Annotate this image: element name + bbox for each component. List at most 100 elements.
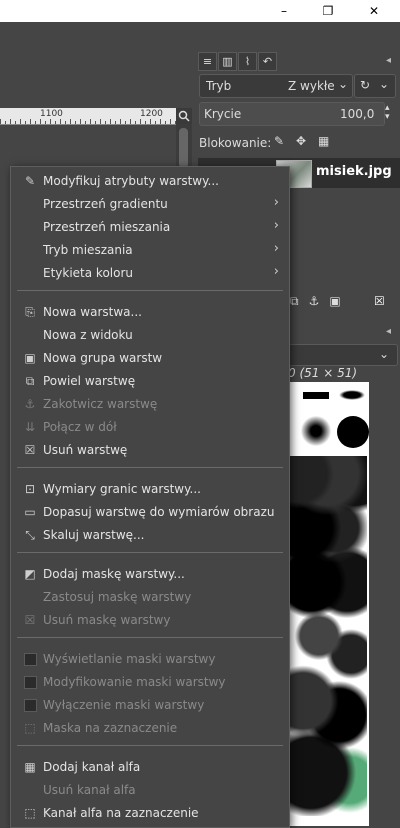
- menu-item-disable-layer-mask[interactable]: Wyłączenie maski warstwy: [11, 694, 289, 716]
- menu-item-color-tag[interactable]: Etykieta koloru ›: [11, 262, 289, 284]
- brush-thumb[interactable]: [337, 416, 369, 448]
- ruler-tick: [90, 119, 91, 124]
- minimize-button[interactable]: –: [262, 0, 306, 22]
- close-button[interactable]: ✕: [352, 0, 396, 22]
- menu-item-merge-down[interactable]: ⇊ Połącz w dół: [11, 416, 289, 438]
- layer-actions: ⧉ ⚓ ▣: [290, 294, 341, 309]
- checkbox-icon: [22, 674, 38, 690]
- zoom-button[interactable]: [176, 108, 192, 124]
- title-bar: – ❐ ✕: [0, 0, 400, 22]
- opacity-stepper[interactable]: ▴ ▾: [385, 104, 390, 122]
- brushes-menu-icon[interactable]: ◂: [386, 326, 391, 337]
- menu-item-label: Tryb mieszania: [43, 243, 133, 257]
- menu-item-remove-alpha-channel[interactable]: Usuń kanał alfa: [11, 779, 289, 801]
- brush-filter-combo[interactable]: ⌄: [288, 344, 398, 366]
- duplicate-layer-icon[interactable]: ⧉: [290, 294, 299, 309]
- chevron-right-icon: ›: [273, 218, 279, 233]
- ruler-tick: [170, 119, 171, 124]
- chevron-right-icon: ›: [273, 195, 279, 210]
- menu-separator: [17, 290, 283, 291]
- magnifier-icon: [178, 110, 190, 122]
- menu-item-delete-layer-mask[interactable]: ☒ Usuń maskę warstwy: [11, 609, 289, 631]
- ruler-tick: [10, 119, 11, 124]
- brush-thumb[interactable]: [301, 416, 331, 446]
- menu-item-gradient-space[interactable]: Przestrzeń gradientu ›: [11, 193, 289, 215]
- menu-separator: [17, 467, 283, 468]
- opacity-label: Krycie: [204, 107, 242, 121]
- menu-item-edit-layer-mask[interactable]: Modyfikowanie maski warstwy: [11, 671, 289, 693]
- menu-item-new-from-visible[interactable]: Nowa z widoku: [11, 324, 289, 346]
- ruler-tick: [25, 121, 26, 124]
- alpha-icon: ▦: [24, 760, 36, 774]
- brush-info: 0 (51 × 51): [288, 366, 358, 380]
- horizontal-ruler[interactable]: 1100 1200: [0, 108, 176, 125]
- menu-item-alpha-to-selection[interactable]: ⬚ Kanał alfa na zaznaczenie: [11, 802, 289, 824]
- menu-item-label: Usuń kanał alfa: [43, 783, 136, 797]
- ruler-tick: [40, 119, 41, 124]
- menu-item-add-layer-mask[interactable]: ◩ Dodaj maskę warstwy...: [11, 563, 289, 585]
- menu-item-new-layer-group[interactable]: ▣ Nowa grupa warstw: [11, 347, 289, 369]
- menu-item-blend-space[interactable]: Przestrzeń mieszania ›: [11, 216, 289, 238]
- menu-item-apply-layer-mask[interactable]: Zastosuj maskę warstwy: [11, 586, 289, 608]
- lock-position-icon[interactable]: ✥: [296, 134, 306, 148]
- mode-value: Z wykłe: [288, 79, 335, 93]
- menu-item-add-alpha-channel[interactable]: ▦ Dodaj kanał alfa: [11, 756, 289, 778]
- menu-item-label: Zastosuj maskę warstwy: [43, 590, 192, 604]
- brush-thumb[interactable]: [303, 392, 329, 399]
- ruler-tick: [125, 121, 126, 124]
- ruler-tick: [140, 119, 141, 124]
- menu-separator: [17, 637, 283, 638]
- menu-item-edit-attributes[interactable]: ✎ Modyfikuj atrybuty warstwy...: [11, 170, 289, 192]
- undo-tab-icon[interactable]: ↶: [258, 52, 277, 71]
- ruler-tick: [165, 121, 166, 124]
- menu-item-new-layer[interactable]: ⎘ Nowa warstwa...: [11, 301, 289, 323]
- menu-item-label: Nowa warstwa...: [43, 305, 142, 319]
- alpha-to-selection-icon: ⬚: [24, 806, 36, 820]
- scrollbar-thumb[interactable]: [179, 128, 188, 168]
- chevron-right-icon: ›: [273, 241, 279, 256]
- lock-label: Blokowanie:: [199, 136, 272, 150]
- ruler-tick: [35, 121, 36, 124]
- minimize-icon: –: [281, 4, 287, 18]
- menu-item-layer-to-image-size[interactable]: ▭ Dopasuj warstwę do wymiarów obrazu: [11, 501, 289, 523]
- lock-alpha-icon[interactable]: ▦: [318, 134, 329, 148]
- menu-item-label: Dodaj kanał alfa: [43, 760, 141, 774]
- ruler-tick: [30, 119, 31, 124]
- mode-combo[interactable]: Tryb Z wykłe ⌄: [199, 74, 353, 98]
- layers-tab-icon[interactable]: ≡: [198, 52, 217, 71]
- anchor-layer-icon[interactable]: ⚓: [309, 294, 320, 309]
- menu-item-label: Przestrzeń mieszania: [43, 220, 171, 234]
- menu-item-mask-to-selection[interactable]: ⬚ Maska na zaznaczenie: [11, 717, 289, 739]
- menu-item-layer-boundary-size[interactable]: ⊡ Wymiary granic warstwy...: [11, 478, 289, 500]
- mode-reset-button[interactable]: ↻ ⌄: [354, 74, 396, 98]
- menu-item-label: Kanał alfa na zaznaczenie: [43, 806, 199, 820]
- dock-menu-icon[interactable]: ◂: [386, 55, 391, 66]
- menu-item-label: Skaluj warstwę...: [43, 528, 145, 542]
- channels-tab-icon[interactable]: ▥: [218, 52, 237, 71]
- brush-thumbs[interactable]: [287, 456, 367, 816]
- delete-layer-icon[interactable]: ☒: [374, 294, 385, 308]
- menu-item-duplicate-layer[interactable]: ⧉ Powiel warstwę: [11, 370, 289, 392]
- ruler-tick: [100, 119, 101, 124]
- menu-item-label: Wyłączenie maski warstwy: [43, 698, 205, 712]
- ruler-tick: [85, 121, 86, 124]
- layer-to-image-size-icon: ▭: [24, 505, 36, 519]
- lock-paint-icon[interactable]: ✎: [274, 134, 284, 148]
- menu-item-label: Dopasuj warstwę do wymiarów obrazu: [43, 505, 275, 519]
- layer-name[interactable]: misiek.jpg: [316, 164, 392, 179]
- menu-item-delete-layer[interactable]: ☒ Usuń warstwę: [11, 439, 289, 461]
- layer-context-menu: ✎ Modyfikuj atrybuty warstwy... Przestrz…: [10, 166, 290, 828]
- menu-item-show-layer-mask[interactable]: Wyświetlanie maski warstwy: [11, 648, 289, 670]
- mask-layer-icon[interactable]: ▣: [329, 294, 340, 309]
- menu-item-scale-layer[interactable]: ⤡ Skaluj warstwę...: [11, 524, 289, 546]
- brush-thumb[interactable]: [339, 390, 365, 400]
- close-icon: ✕: [368, 4, 380, 18]
- paths-tab-icon[interactable]: ⌇: [238, 52, 257, 71]
- opacity-spinner[interactable]: Krycie 100,0: [199, 102, 385, 126]
- restore-button[interactable]: ❐: [306, 0, 350, 22]
- menu-item-label: Usuń maskę warstwy: [43, 613, 171, 627]
- menu-item-blend-mode[interactable]: Tryb mieszania ›: [11, 239, 289, 261]
- menu-item-anchor-layer[interactable]: ⚓ Zakotwicz warstwę: [11, 393, 289, 415]
- brush-grid[interactable]: [283, 382, 369, 826]
- ruler-tick: [55, 121, 56, 124]
